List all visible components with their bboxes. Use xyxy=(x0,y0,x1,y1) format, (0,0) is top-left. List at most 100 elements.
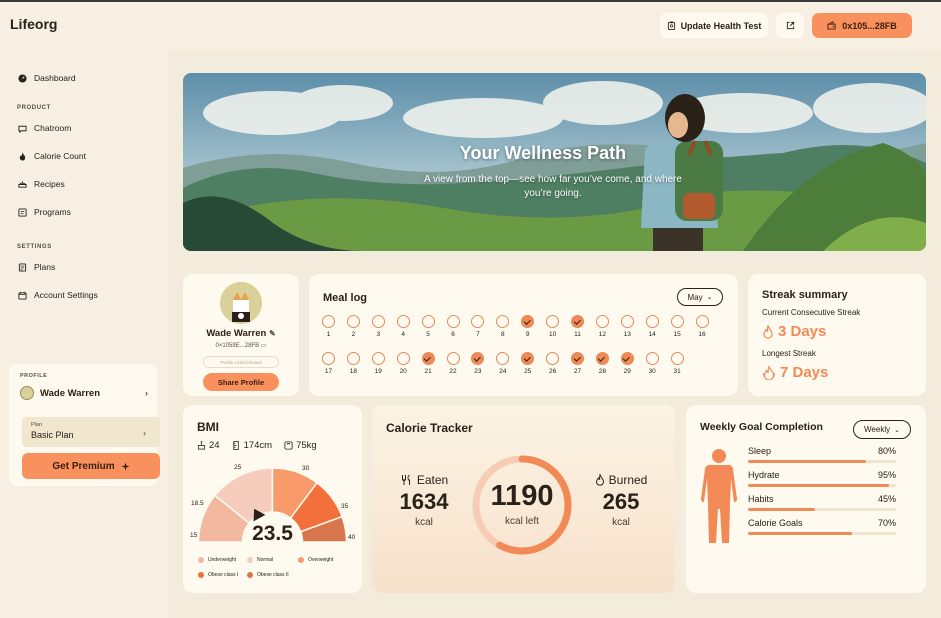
meal-day[interactable]: 24 xyxy=(496,352,510,375)
gauge-label: 25 xyxy=(234,464,242,471)
meal-day[interactable]: 11 xyxy=(571,315,584,338)
profile-user-row[interactable]: Wade Warren › xyxy=(20,386,148,400)
day-number: 20 xyxy=(399,368,407,375)
calories-left-unit: kcal left xyxy=(505,516,539,527)
sidebar-item-plans[interactable]: Plans xyxy=(18,262,55,272)
meal-log-card: Meal log May ⌄ 1 2 3 4 5 6 7 8 9 10 11 12 13 14 15 16 17… xyxy=(309,274,738,396)
meal-day[interactable]: 4 xyxy=(396,315,410,338)
sidebar-item-chatroom[interactable]: Chatroom xyxy=(18,123,71,133)
profile-name: Wade Warren xyxy=(40,387,101,399)
current-streak-label: Current Consecutive Streak xyxy=(762,308,861,317)
goal-item: Sleep 80% xyxy=(748,446,896,463)
gauge-label: 18.5 xyxy=(191,500,204,507)
profile-link-field[interactable]: Profile Link/Onboard xyxy=(203,356,279,368)
day-circle xyxy=(645,315,659,328)
meal-day[interactable]: 28 xyxy=(595,352,609,375)
calorie-tracker-title: Calorie Tracker xyxy=(386,421,473,435)
legend-normal: Normal xyxy=(247,557,273,563)
meal-day[interactable]: 2 xyxy=(346,315,360,338)
meal-day[interactable]: 5 xyxy=(421,315,435,338)
meal-day[interactable]: 10 xyxy=(546,315,560,338)
current-streak-value-row: 3 Days xyxy=(762,323,826,340)
day-number: 3 xyxy=(376,331,381,338)
meal-day[interactable]: 12 xyxy=(595,315,609,338)
meal-day[interactable]: 18 xyxy=(346,352,360,375)
longest-streak-value: 7 Days xyxy=(780,364,829,381)
meal-day[interactable]: 19 xyxy=(371,352,385,375)
day-number: 23 xyxy=(474,368,482,375)
burned-label: Burned xyxy=(608,473,648,487)
meal-day[interactable]: 31 xyxy=(670,352,684,375)
day-number: 17 xyxy=(324,368,333,375)
meal-day[interactable]: 25 xyxy=(521,352,535,375)
meal-day[interactable]: 26 xyxy=(546,352,560,375)
plan-label: Plan xyxy=(31,422,43,428)
sidebar-item-recipes[interactable]: Recipes xyxy=(18,179,65,189)
meal-day[interactable]: 22 xyxy=(446,352,460,375)
meal-day[interactable]: 29 xyxy=(620,352,634,375)
sidebar-item-calorie-count[interactable]: Calorie Count xyxy=(18,151,86,161)
hero-subtitle: A view from the top—see how far you’ve c… xyxy=(424,174,682,199)
get-premium-label: Get Premium xyxy=(52,460,115,472)
eaten-unit: kcal xyxy=(415,517,433,528)
meal-day[interactable]: 13 xyxy=(620,315,634,338)
meal-day[interactable]: 6 xyxy=(446,315,460,338)
profile-heading: PROFILE xyxy=(20,373,48,379)
sidebar-item-dashboard[interactable]: Dashboard xyxy=(18,73,76,83)
sidebar-item-label: Programs xyxy=(34,207,71,217)
edit-icon[interactable]: ✎ xyxy=(269,329,276,338)
goal-label: Hydrate xyxy=(748,470,780,480)
meal-day[interactable]: 14 xyxy=(645,315,659,338)
get-premium-button[interactable]: Get Premium xyxy=(22,453,160,479)
hero-banner: Your Wellness Path A view from the top—s… xyxy=(183,73,926,251)
meal-day[interactable]: 9 xyxy=(521,315,535,338)
copy-icon[interactable]: ▭ xyxy=(261,343,267,349)
plan-selector[interactable]: Plan Basic Plan › xyxy=(22,417,160,447)
meal-day[interactable]: 1 xyxy=(322,315,335,338)
meal-day[interactable]: 16 xyxy=(695,315,709,338)
meal-day[interactable]: 17 xyxy=(322,352,335,375)
sidebar-item-programs[interactable]: Programs xyxy=(18,207,71,217)
goal-progress-track xyxy=(748,484,896,487)
day-number: 14 xyxy=(648,331,656,338)
day-number: 2 xyxy=(351,331,356,338)
sidebar-item-account-settings[interactable]: Account Settings xyxy=(18,290,98,300)
period-dropdown[interactable]: Weekly ⌄ xyxy=(853,420,911,439)
dashboard-icon xyxy=(18,73,27,83)
day-number: 19 xyxy=(374,368,382,375)
profile-name-row: Wade Warren ✎ xyxy=(183,328,299,339)
goal-item: Calorie Goals 70% xyxy=(748,518,896,535)
meal-day[interactable]: 27 xyxy=(571,352,584,375)
external-link-button[interactable] xyxy=(776,13,804,38)
meal-day[interactable]: 15 xyxy=(670,315,684,338)
day-number: 10 xyxy=(548,331,557,338)
sidebar-profile-card: PROFILE Wade Warren › Plan Basic Plan › … xyxy=(9,364,160,486)
update-health-test-button[interactable]: Update Health Test xyxy=(660,13,768,38)
month-dropdown[interactable]: May ⌄ xyxy=(677,288,723,306)
avatar xyxy=(20,386,34,400)
day-number: 12 xyxy=(598,331,606,338)
bmi-card: BMI 24 174cm 75kg 15 18.5 25 30 35 40 23… xyxy=(183,405,362,593)
month-value: May xyxy=(687,292,703,302)
day-circle xyxy=(496,352,510,365)
meal-day[interactable]: 3 xyxy=(371,315,385,338)
meal-day[interactable]: 7 xyxy=(471,315,485,338)
hero-title: Your Wellness Path xyxy=(459,143,627,163)
day-number: 29 xyxy=(623,368,631,375)
meal-day[interactable]: 21 xyxy=(421,352,435,375)
meal-day[interactable]: 30 xyxy=(645,352,659,375)
chevron-down-icon: ⌄ xyxy=(706,294,713,301)
meal-day[interactable]: 8 xyxy=(496,315,510,338)
flame-icon xyxy=(19,151,26,161)
meal-day[interactable]: 20 xyxy=(396,352,410,375)
share-profile-button[interactable]: Share Profile xyxy=(203,373,279,391)
day-number: 4 xyxy=(401,331,405,338)
avatar xyxy=(220,282,262,324)
meal-day[interactable]: 23 xyxy=(471,352,485,375)
burned-label-row: Burned xyxy=(590,473,652,487)
wallet-button[interactable]: 0x105...28FB xyxy=(812,13,912,38)
chat-icon xyxy=(18,125,27,133)
day-number: 22 xyxy=(449,368,457,375)
sidebar-item-label: Dashboard xyxy=(34,73,76,83)
bmi-value: 23.5 xyxy=(252,522,293,545)
